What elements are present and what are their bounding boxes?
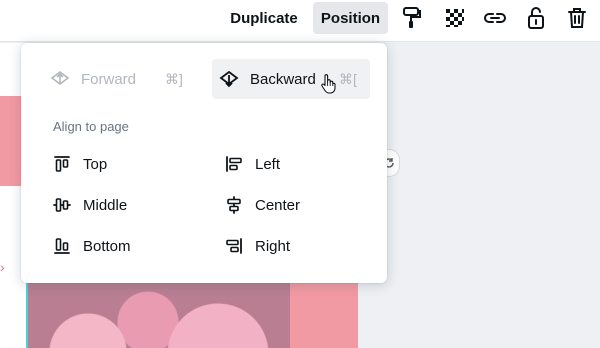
forward-button[interactable]: Forward ⌘]	[43, 59, 193, 99]
unlock-icon[interactable]	[521, 4, 551, 32]
backward-label: Backward	[250, 70, 316, 88]
align-left-label: Left	[255, 155, 281, 173]
forward-shortcut: ⌘]	[165, 70, 183, 87]
send-backward-icon	[212, 70, 246, 88]
hand-cursor-icon	[320, 73, 336, 95]
align-right-label: Right	[255, 237, 291, 255]
position-button[interactable]: Position	[313, 2, 388, 34]
align-bottom-button[interactable]: Bottom	[49, 230, 199, 262]
align-to-page-heading: Align to page	[53, 119, 129, 134]
pink-shape-right[interactable]	[290, 282, 358, 348]
forward-label: Forward	[81, 70, 137, 88]
transparency-icon[interactable]	[440, 4, 470, 32]
link-icon[interactable]	[480, 4, 510, 32]
paint-roller-icon[interactable]	[397, 4, 427, 32]
align-right-button[interactable]: Right	[221, 230, 371, 262]
align-top-button[interactable]: Top	[49, 148, 199, 180]
align-bottom-icon	[49, 237, 75, 255]
align-center-icon	[221, 196, 247, 214]
backward-button[interactable]: Backward ⌘[	[212, 59, 370, 99]
align-middle-button[interactable]: Middle	[49, 189, 199, 221]
align-center-button[interactable]: Center	[221, 189, 371, 221]
cupcake-photo[interactable]	[26, 282, 294, 348]
align-center-label: Center	[255, 196, 301, 214]
align-top-icon	[49, 155, 75, 173]
trash-icon[interactable]	[562, 4, 592, 32]
bring-forward-icon	[43, 70, 77, 88]
duplicate-button[interactable]: Duplicate	[224, 2, 304, 34]
align-middle-label: Middle	[83, 196, 128, 214]
align-top-label: Top	[83, 155, 108, 173]
backward-shortcut: ⌘[	[339, 70, 357, 87]
align-left-button[interactable]: Left	[221, 148, 371, 180]
align-left-icon	[221, 155, 247, 173]
top-toolbar: Duplicate Position	[0, 0, 600, 42]
canvas-edge-glyph: ›	[0, 259, 5, 275]
align-bottom-label: Bottom	[83, 237, 131, 255]
align-middle-icon	[49, 196, 75, 214]
align-right-icon	[221, 237, 247, 255]
